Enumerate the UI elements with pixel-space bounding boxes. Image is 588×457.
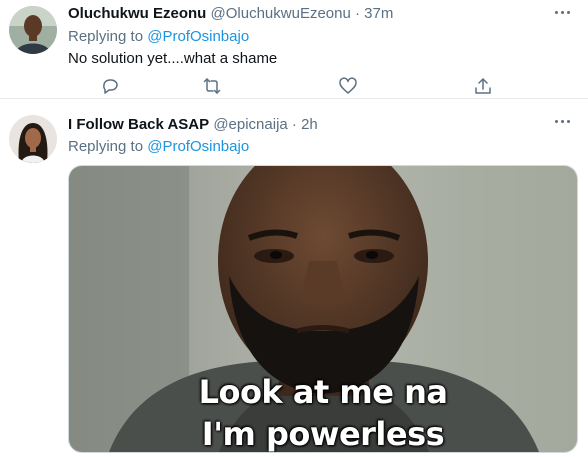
mention-link[interactable]: @ProfOsinbajo bbox=[147, 138, 249, 155]
separator-dot: · bbox=[355, 5, 360, 22]
replying-to-line: Replying to @ProfOsinbajo bbox=[68, 28, 249, 45]
replying-to-label: Replying to bbox=[68, 28, 144, 45]
display-name[interactable]: I Follow Back ASAP bbox=[68, 116, 209, 133]
more-dots-icon[interactable] bbox=[552, 6, 574, 20]
display-name[interactable]: Oluchukwu Ezeonu bbox=[68, 5, 206, 22]
tweet-2[interactable]: I Follow Back ASAP @epicnaija · 2h Reply… bbox=[0, 99, 588, 457]
meme-caption-line-2: I'm powerless bbox=[201, 415, 445, 453]
meme-caption-line-1: Look at me na bbox=[198, 373, 448, 411]
mention-link[interactable]: @ProfOsinbajo bbox=[147, 28, 249, 45]
more-dots-icon[interactable] bbox=[552, 115, 574, 129]
tweet-header: Oluchukwu Ezeonu @OluchukwuEzeonu · 37m bbox=[68, 5, 393, 22]
user-handle[interactable]: @OluchukwuEzeonu bbox=[211, 5, 351, 22]
reply-icon[interactable] bbox=[100, 76, 120, 96]
tweet-actions bbox=[0, 76, 588, 96]
replying-to-line: Replying to @ProfOsinbajo bbox=[68, 138, 249, 155]
avatar-oluchukwu[interactable] bbox=[9, 6, 57, 54]
avatar-epicnaija[interactable] bbox=[9, 115, 57, 163]
tweet-time[interactable]: 37m bbox=[364, 5, 393, 22]
separator-dot: · bbox=[291, 116, 297, 133]
retweet-icon[interactable] bbox=[202, 76, 222, 96]
tweet-time[interactable]: 2h bbox=[301, 116, 318, 133]
tweet-1[interactable]: Oluchukwu Ezeonu @OluchukwuEzeonu · 37m … bbox=[0, 0, 588, 99]
like-icon[interactable] bbox=[338, 76, 358, 96]
replying-to-label: Replying to bbox=[68, 138, 144, 155]
tweet-media-image[interactable]: Look at me na I'm powerless bbox=[68, 165, 578, 453]
user-handle[interactable]: @epicnaija bbox=[213, 116, 287, 133]
tweet-header: I Follow Back ASAP @epicnaija · 2h bbox=[68, 116, 318, 133]
tweet-text: No solution yet....what a shame bbox=[68, 50, 278, 67]
share-icon[interactable] bbox=[473, 76, 493, 96]
